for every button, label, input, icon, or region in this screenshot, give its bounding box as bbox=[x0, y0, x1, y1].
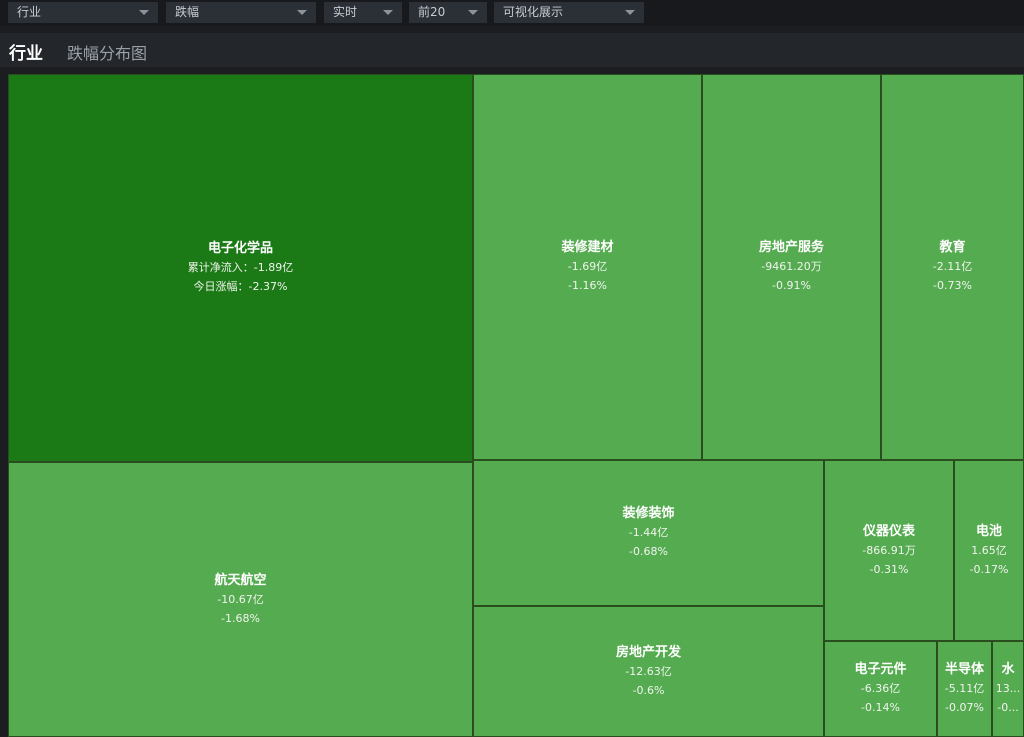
treemap-cell[interactable]: 房地产服务 -9461.20万 -0.91% bbox=[702, 74, 881, 460]
chevron-down-icon bbox=[468, 10, 478, 15]
treemap-cell-net-inflow: -5.11亿 bbox=[944, 682, 985, 695]
treemap-cell[interactable]: 装修建材 -1.69亿 -1.16% bbox=[473, 74, 702, 460]
treemap-cell[interactable]: 房地产开发 -12.63亿 -0.6% bbox=[473, 606, 824, 737]
treemap-cell-net-inflow: -1.44亿 bbox=[628, 526, 669, 539]
treemap-cell[interactable]: 仪器仪表 -866.91万 -0.31% bbox=[824, 460, 954, 641]
treemap-cell-net-inflow: -866.91万 bbox=[862, 543, 916, 557]
treemap-cell-change: -1.68% bbox=[221, 611, 260, 625]
treemap-cell-name: 房地产服务 bbox=[758, 240, 824, 255]
page-title: 行业 bbox=[9, 44, 43, 64]
chevron-down-icon bbox=[625, 10, 635, 15]
treemap-cell[interactable]: 电子化学品累计净流入：-1.89亿 今日涨幅：-2.37% bbox=[8, 74, 473, 462]
treemap-cell-change: -0.14% bbox=[861, 701, 900, 714]
treemap-cell-net-inflow: 1.65亿 bbox=[971, 543, 1007, 557]
treemap-cell-net-inflow: -2.11亿 bbox=[932, 260, 973, 273]
period-select-value: 实时 bbox=[333, 5, 358, 19]
treemap-cell-name: 装修装饰 bbox=[622, 506, 675, 521]
treemap-cell-name: 电子化学品 bbox=[207, 241, 273, 256]
treemap-cell-name: 半导体 bbox=[944, 662, 984, 677]
industry-select-value: 行业 bbox=[17, 5, 42, 19]
treemap-cell-name: 水 bbox=[1001, 662, 1015, 677]
treemap-cell-change: -0.73% bbox=[933, 279, 972, 292]
chevron-down-icon bbox=[139, 10, 149, 15]
display-mode-select-value: 可视化展示 bbox=[503, 5, 564, 19]
treemap-cell-change: -0.68% bbox=[629, 545, 668, 558]
treemap-cell-name: 电子元件 bbox=[854, 662, 907, 677]
treemap-cell-name: 仪器仪表 bbox=[862, 523, 915, 539]
treemap-cell-name: 房地产开发 bbox=[615, 644, 681, 660]
treemap-cell-change: -1.16% bbox=[568, 279, 607, 292]
treemap-cell-name: 教育 bbox=[939, 240, 966, 255]
treemap-cell-name: 航天航空 bbox=[214, 572, 267, 588]
treemap-cell-net-inflow: -6.36亿 bbox=[860, 682, 901, 695]
page-subtitle: 跌幅分布图 bbox=[67, 44, 148, 63]
treemap-chart: 电子化学品累计净流入：-1.89亿 今日涨幅：-2.37% 装修建材 -1.69亿 -1… bbox=[8, 74, 1024, 737]
chevron-down-icon bbox=[383, 10, 393, 15]
treemap-cell-name: 装修建材 bbox=[561, 240, 614, 255]
topn-select[interactable]: 前20 bbox=[409, 2, 487, 23]
treemap-cell-net-inflow: 13... bbox=[995, 682, 1021, 695]
treemap-cell[interactable]: 电子元件 -6.36亿 -0.14% bbox=[824, 641, 937, 737]
treemap-cell-net-inflow: -1.69亿 bbox=[567, 260, 608, 273]
treemap-cell[interactable]: 电池 1.65亿 -0.17% bbox=[954, 460, 1024, 641]
treemap-cell[interactable]: 装修装饰 -1.44亿 -0.68% bbox=[473, 460, 824, 606]
treemap-cell-net-inflow: -9461.20万 bbox=[761, 260, 822, 273]
chevron-down-icon bbox=[297, 10, 307, 15]
treemap-cell-change: -0.17% bbox=[969, 562, 1009, 576]
sort-select-value: 跌幅 bbox=[175, 5, 200, 19]
treemap-cell-change: -0.91% bbox=[772, 279, 811, 292]
treemap-cell-change: -0.6% bbox=[632, 683, 665, 697]
title-bar: 行业 跌幅分布图 bbox=[0, 33, 1024, 67]
period-select[interactable]: 实时 bbox=[324, 2, 402, 23]
treemap-cell-change: -0.31% bbox=[869, 562, 909, 576]
treemap-cell-change: -0.07% bbox=[945, 701, 984, 714]
treemap-cell[interactable]: 教育 -2.11亿 -0.73% bbox=[881, 74, 1024, 460]
industry-select[interactable]: 行业 bbox=[8, 2, 158, 23]
treemap-cell-change: 今日涨幅：-2.37% bbox=[193, 280, 288, 293]
sort-select[interactable]: 跌幅 bbox=[166, 2, 316, 23]
treemap-cell-net-inflow: -12.63亿 bbox=[625, 664, 672, 678]
treemap-cell-net-inflow: -10.67亿 bbox=[217, 592, 264, 606]
treemap-cell[interactable]: 半导体 -5.11亿 -0.07% bbox=[937, 641, 992, 737]
treemap-cell[interactable]: 水 13... -0... bbox=[992, 641, 1024, 737]
treemap-cell-change: -0... bbox=[997, 701, 1019, 714]
treemap-cell-net-inflow: 累计净流入：-1.89亿 bbox=[187, 261, 294, 274]
treemap-cell[interactable]: 航天航空 -10.67亿 -1.68% bbox=[8, 462, 473, 737]
filter-toolbar: 行业 跌幅 实时 前20 可视化展示 bbox=[0, 0, 1024, 26]
treemap-cell-name: 电池 bbox=[975, 523, 1002, 539]
display-mode-select[interactable]: 可视化展示 bbox=[494, 2, 644, 23]
topn-select-value: 前20 bbox=[418, 5, 446, 19]
